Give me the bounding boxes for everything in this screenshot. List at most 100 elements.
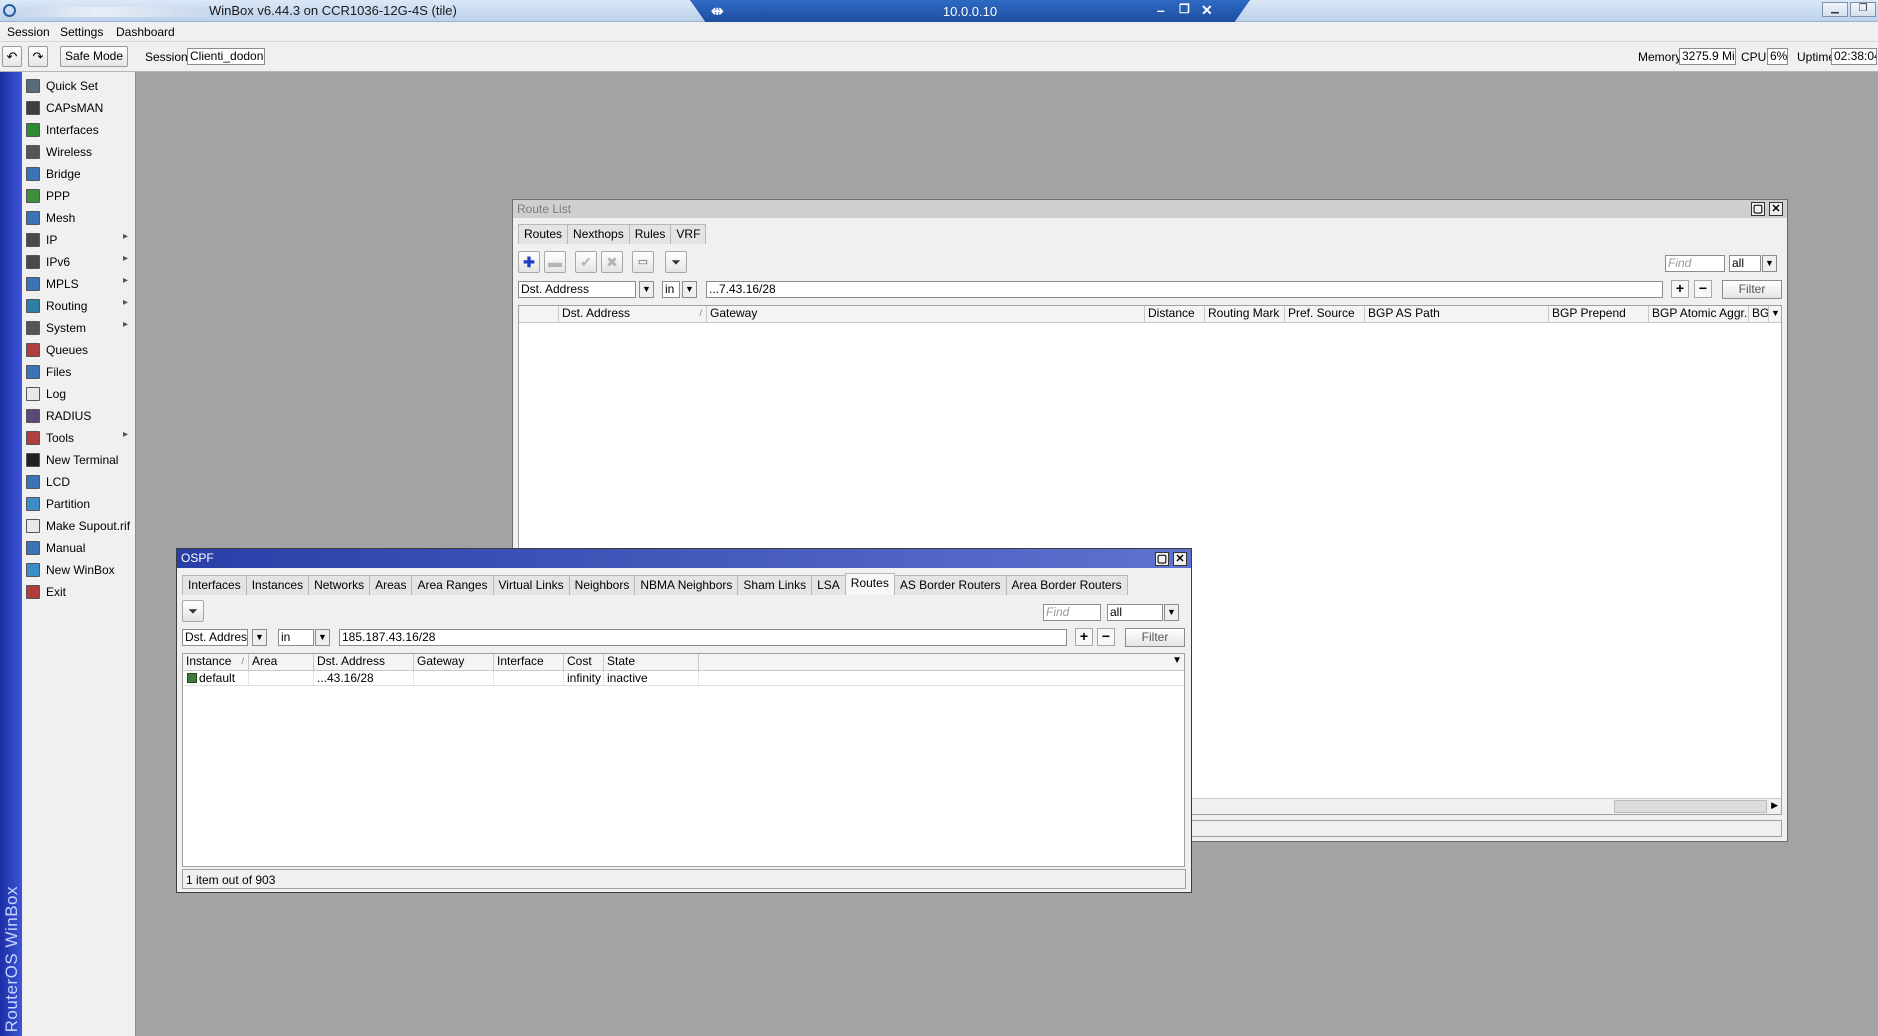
ospf-filter-button[interactable]: Filter [1125, 628, 1185, 647]
ospf-titlebar[interactable]: OSPF [177, 549, 1191, 568]
route-col-bgp-atomic-aggr[interactable]: BGP Atomic Aggr... [1649, 306, 1749, 323]
ospf-tab-areas[interactable]: Areas [369, 575, 413, 595]
ospf-col-area[interactable]: Area [249, 654, 314, 671]
sidebar-item-routing[interactable]: Routing ▸ [22, 296, 136, 316]
ospf-col-gateway[interactable]: Gateway [414, 654, 494, 671]
menu-dashboard[interactable]: Dashboard [116, 25, 175, 39]
route-list-titlebar[interactable]: Route List [513, 200, 1787, 218]
comment-icon[interactable]: ▭ [632, 251, 654, 273]
route-hscroll-thumb[interactable] [1614, 800, 1767, 813]
ospf-filter-remove-icon[interactable]: − [1097, 628, 1115, 646]
ospf-find-input[interactable]: Find [1043, 604, 1101, 621]
enable-icon[interactable]: ✔ [575, 251, 597, 273]
route-col-flags[interactable] [519, 306, 559, 323]
route-col-distance[interactable]: Distance [1145, 306, 1205, 323]
route-filter-remove-icon[interactable]: − [1694, 280, 1712, 298]
ospf-find-scope[interactable]: all [1107, 604, 1163, 621]
route-col-routing-mark[interactable]: Routing Mark [1205, 306, 1285, 323]
route-find-scope[interactable]: all [1729, 255, 1761, 272]
remote-close-icon[interactable]: ✕ [1201, 2, 1213, 19]
sidebar-item-ipv6[interactable]: IPv6 ▸ [22, 252, 136, 272]
tab-routes[interactable]: Routes [518, 224, 569, 244]
ospf-filter-op[interactable]: in [278, 629, 314, 646]
ospf-tab-nbma-neighbors[interactable]: NBMA Neighbors [634, 575, 739, 595]
add-icon[interactable]: ✚ [518, 251, 540, 273]
ospf-tab-virtual-links[interactable]: Virtual Links [492, 575, 570, 595]
session-field[interactable]: Clienti_dodonet [187, 48, 265, 65]
sidebar-item-lcd[interactable]: LCD [22, 472, 136, 492]
tab-rules[interactable]: Rules [628, 224, 672, 244]
ospf-tab-routes[interactable]: Routes [844, 573, 895, 595]
sidebar-item-new-winbox[interactable]: New WinBox [22, 560, 136, 580]
sidebar-item-queues[interactable]: Queues [22, 340, 136, 360]
sidebar-item-new-terminal[interactable]: New Terminal [22, 450, 136, 470]
ospf-tab-networks[interactable]: Networks [308, 575, 371, 595]
ospf-columns-menu-icon[interactable]: ▼ [1172, 655, 1182, 666]
menu-settings[interactable]: Settings [60, 25, 103, 39]
sidebar-item-radius[interactable]: RADIUS [22, 406, 136, 426]
ospf-filter-field[interactable]: Dst. Address [182, 629, 248, 646]
redo-icon[interactable]: ↷ [28, 46, 48, 67]
route-col-bgp-as-path[interactable]: BGP AS Path [1365, 306, 1549, 323]
sidebar-item-capsman[interactable]: CAPsMAN [22, 98, 136, 118]
sidebar-item-ppp[interactable]: PPP [22, 186, 136, 206]
ospf-col-cost[interactable]: Cost [564, 654, 604, 671]
route-col-bg[interactable]: BG [1749, 306, 1769, 323]
ospf-col-state[interactable]: State [604, 654, 699, 671]
ospf-tab-area-ranges[interactable]: Area Ranges [411, 575, 494, 595]
scroll-right-icon[interactable]: ▶ [1771, 800, 1778, 811]
route-col-pref-source[interactable]: Pref. Source [1285, 306, 1365, 323]
table-row[interactable]: default ...43.16/28 infinity inactive [183, 671, 1184, 686]
sidebar-item-files[interactable]: Files [22, 362, 136, 382]
undo-icon[interactable]: ↶ [2, 46, 22, 67]
route-list-maximize-icon[interactable]: ▢ [1751, 202, 1765, 216]
ospf-tab-lsa[interactable]: LSA [811, 575, 846, 595]
sidebar-item-tools[interactable]: Tools ▸ [22, 428, 136, 448]
sidebar-item-mpls[interactable]: MPLS ▸ [22, 274, 136, 294]
ospf-col-instance[interactable]: Instance / [183, 654, 249, 671]
ospf-filter-value[interactable]: 185.187.43.16/28 [339, 629, 1067, 646]
route-filter-add-icon[interactable]: + [1671, 280, 1689, 298]
tab-vrf[interactable]: VRF [670, 224, 707, 244]
ospf-close-icon[interactable]: ✕ [1173, 552, 1187, 566]
route-filter-op-dropdown-icon[interactable]: ▼ [682, 281, 697, 298]
ospf-filter-op-dropdown-icon[interactable]: ▼ [315, 629, 330, 646]
route-col-bgp-prepend[interactable]: BGP Prepend [1549, 306, 1649, 323]
route-list-close-icon[interactable]: ✕ [1769, 202, 1783, 216]
filter-icon[interactable]: ⏷ [665, 251, 687, 273]
sidebar-item-manual[interactable]: Manual [22, 538, 136, 558]
remote-restore-icon[interactable]: ❐ [1179, 2, 1190, 16]
remote-minimize-icon[interactable]: – [1157, 2, 1165, 18]
tab-nexthops[interactable]: Nexthops [567, 224, 630, 244]
ospf-col-interface[interactable]: Interface [494, 654, 564, 671]
ospf-col-dst-address[interactable]: Dst. Address [314, 654, 414, 671]
ospf-tab-area-border-routers[interactable]: Area Border Routers [1005, 575, 1128, 595]
ospf-filter-add-icon[interactable]: + [1075, 628, 1093, 646]
ospf-find-scope-dropdown-icon[interactable]: ▼ [1164, 604, 1179, 621]
ospf-tab-interfaces[interactable]: Interfaces [182, 575, 247, 595]
ospf-tab-sham-links[interactable]: Sham Links [737, 575, 813, 595]
sidebar-item-mesh[interactable]: Mesh [22, 208, 136, 228]
route-filter-field[interactable]: Dst. Address [518, 281, 636, 298]
route-col-dst[interactable]: Dst. Address / [559, 306, 707, 323]
sidebar-item-wireless[interactable]: Wireless [22, 142, 136, 162]
route-columns-menu-icon[interactable]: ▼ [1769, 306, 1781, 323]
disable-icon[interactable]: ✖ [601, 251, 623, 273]
safe-mode-button[interactable]: Safe Mode [60, 46, 128, 67]
route-find-input[interactable]: Find [1665, 255, 1725, 272]
ospf-maximize-icon[interactable]: ▢ [1155, 552, 1169, 566]
sidebar-item-exit[interactable]: Exit [22, 582, 136, 602]
remove-icon[interactable]: ▬ [544, 251, 566, 273]
restore-icon[interactable]: ❐ [1850, 2, 1876, 17]
route-filter-value[interactable]: ...7.43.16/28 [706, 281, 1663, 298]
minimize-icon[interactable]: ▁ [1822, 2, 1848, 17]
sidebar-item-bridge[interactable]: Bridge [22, 164, 136, 184]
route-col-gateway[interactable]: Gateway [707, 306, 1145, 323]
route-filter-button[interactable]: Filter [1722, 280, 1782, 299]
sidebar-item-log[interactable]: Log [22, 384, 136, 404]
route-find-scope-dropdown-icon[interactable]: ▼ [1762, 255, 1777, 272]
ospf-tab-neighbors[interactable]: Neighbors [568, 575, 636, 595]
route-filter-op[interactable]: in [662, 281, 680, 298]
sidebar-item-ip[interactable]: IP ▸ [22, 230, 136, 250]
ospf-filter-icon[interactable]: ⏷ [182, 600, 204, 622]
